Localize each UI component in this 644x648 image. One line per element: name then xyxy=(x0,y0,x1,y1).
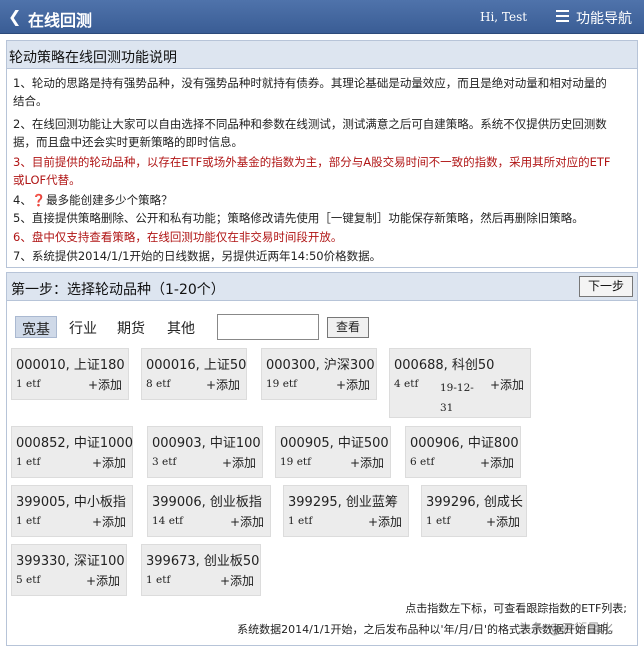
note-line: 5、直接提供策略删除、公开和私有功能；策略修改请先使用［一键复制］功能保存新策略… xyxy=(13,211,584,225)
index-name: 000852, 中证1000 xyxy=(16,436,133,451)
add-button[interactable]: +添加 xyxy=(480,454,514,471)
top-bar: ❮ 在线回测 Hi, Test 功能导航 xyxy=(0,0,644,34)
index-card[interactable]: 000906, 中证800 6 etf +添加 xyxy=(405,426,521,478)
add-button[interactable]: +添加 xyxy=(350,454,384,471)
index-name: 399673, 创业板50 xyxy=(146,554,260,569)
index-name: 000688, 科创50 xyxy=(394,358,495,373)
add-button[interactable]: +添加 xyxy=(206,376,240,393)
tab-futures[interactable]: 期货 xyxy=(111,316,151,338)
add-button[interactable]: +添加 xyxy=(220,572,254,589)
index-name: 399006, 创业板指 xyxy=(152,495,262,510)
step-panel: 第一步：选择轮动品种（1-20个） 下一步 宽基 行业 期货 其他 查看 000… xyxy=(6,272,638,646)
index-card[interactable]: 000905, 中证500 19 etf +添加 xyxy=(275,426,391,478)
search-input[interactable] xyxy=(217,314,319,340)
index-card[interactable]: 000010, 上证180 1 etf +添加 xyxy=(11,348,129,400)
index-name: 000300, 沪深300 xyxy=(266,358,375,373)
step-title: 第一步：选择轮动品种（1-20个） xyxy=(7,273,637,301)
index-name: 000905, 中证500 xyxy=(280,436,389,451)
index-card[interactable]: 399296, 创成长 1 etf +添加 xyxy=(421,485,527,537)
user-greeting[interactable]: Hi, Test xyxy=(480,10,527,24)
etf-count-link[interactable]: 14 etf xyxy=(152,515,183,527)
etf-count-link[interactable]: 5 etf xyxy=(16,574,40,586)
add-button[interactable]: +添加 xyxy=(222,454,256,471)
etf-count-link[interactable]: 4 etf xyxy=(394,378,418,390)
note-line: 6、盘中仅支持查看策略，在线回测功能仅在非交易时间段开放。 xyxy=(13,230,343,244)
tab-other[interactable]: 其他 xyxy=(161,316,201,338)
index-card[interactable]: 000852, 中证1000 1 etf +添加 xyxy=(11,426,133,478)
note-line: 结合。 xyxy=(13,94,48,108)
etf-count-link[interactable]: 1 etf xyxy=(288,515,312,527)
add-button[interactable]: +添加 xyxy=(88,376,122,393)
etf-count-link[interactable]: 1 etf xyxy=(16,456,40,468)
add-button[interactable]: +添加 xyxy=(230,513,264,530)
index-name: 000903, 中证100 xyxy=(152,436,261,451)
etf-count-link[interactable]: 19 etf xyxy=(280,456,311,468)
add-button[interactable]: +添加 xyxy=(486,513,520,530)
etf-count-link[interactable]: 6 etf xyxy=(410,456,434,468)
index-name: 399005, 中小板指 xyxy=(16,495,126,510)
query-button[interactable]: 查看 xyxy=(327,317,369,338)
notes-title: 轮动策略在线回测功能说明 xyxy=(7,41,637,69)
index-card[interactable]: 399006, 创业板指 14 etf +添加 xyxy=(147,485,271,537)
menu-icon[interactable] xyxy=(556,10,569,22)
watermark: 头条 @云衍量化 xyxy=(518,622,614,637)
index-card[interactable]: 000688, 科创50 4 etf 19-12-31 +添加 xyxy=(389,348,531,418)
add-button[interactable]: +添加 xyxy=(368,513,402,530)
tab-industry[interactable]: 行业 xyxy=(63,316,103,338)
index-name: 399295, 创业蓝筹 xyxy=(288,495,398,510)
note-line[interactable]: 4、❓最多能创建多少个策略？ xyxy=(13,191,173,209)
index-card[interactable]: 399673, 创业板50 1 etf +添加 xyxy=(141,544,261,596)
etf-count-link[interactable]: 1 etf xyxy=(426,515,450,527)
index-card[interactable]: 000016, 上证50 8 etf +添加 xyxy=(141,348,247,400)
note-line: 7、系统提供2014/1/1开始的日线数据，另提供近两年14:50价格数据。 xyxy=(13,249,382,263)
note-line: 1、轮动的思路是持有强势品种，没有强势品种时就持有债券。其理论基础是动量效应，而… xyxy=(13,76,607,90)
index-card[interactable]: 000300, 沪深300 19 etf +添加 xyxy=(261,348,377,400)
index-name: 399330, 深证100 xyxy=(16,554,125,569)
note-line: 2、在线回测功能让大家可以自由选择不同品种和参数在线测试，测试满意之后可自建策略… xyxy=(13,117,607,131)
note-line: 3、目前提供的轮动品种，以存在ETF或场外基金的指数为主，部分与A股交易时间不一… xyxy=(13,155,611,169)
etf-count-link[interactable]: 1 etf xyxy=(16,515,40,527)
index-card[interactable]: 399005, 中小板指 1 etf +添加 xyxy=(11,485,133,537)
note-line: 或LOF代替。 xyxy=(13,173,81,187)
next-step-button[interactable]: 下一步 xyxy=(579,276,633,297)
index-card[interactable]: 399295, 创业蓝筹 1 etf +添加 xyxy=(283,485,409,537)
index-card[interactable]: 399330, 深证100 5 etf +添加 xyxy=(11,544,127,596)
index-name: 000016, 上证50 xyxy=(146,358,247,373)
index-card[interactable]: 000903, 中证100 3 etf +添加 xyxy=(147,426,263,478)
add-button[interactable]: +添加 xyxy=(92,454,126,471)
notes-panel: 轮动策略在线回测功能说明 1、轮动的思路是持有强势品种，没有强势品种时就持有债券… xyxy=(6,40,638,268)
index-name: 399296, 创成长 xyxy=(426,495,523,510)
function-nav-link[interactable]: 功能导航 xyxy=(576,8,632,28)
note-line: 据，而且盘中还会实时更新策略的即时信息。 xyxy=(13,135,243,149)
page-title: 在线回测 xyxy=(28,11,93,30)
etf-count-link[interactable]: 1 etf xyxy=(146,574,170,586)
add-button[interactable]: +添加 xyxy=(92,513,126,530)
back-arrow-icon[interactable]: ❮ xyxy=(8,7,21,26)
start-date: 19-12-31 xyxy=(440,382,474,414)
add-button[interactable]: +添加 xyxy=(86,572,120,589)
footnote-etf-list: 点击指数左下标，可查看跟踪指数的ETF列表; xyxy=(405,602,627,615)
tab-broad[interactable]: 宽基 xyxy=(15,316,57,338)
add-button[interactable]: +添加 xyxy=(336,376,370,393)
add-button[interactable]: +添加 xyxy=(490,376,524,393)
etf-count-link[interactable]: 8 etf xyxy=(146,378,170,390)
index-name: 000906, 中证800 xyxy=(410,436,519,451)
etf-count-link[interactable]: 1 etf xyxy=(16,378,40,390)
etf-count-link[interactable]: 3 etf xyxy=(152,456,176,468)
index-name: 000010, 上证180 xyxy=(16,358,125,373)
etf-count-link[interactable]: 19 etf xyxy=(266,378,297,390)
